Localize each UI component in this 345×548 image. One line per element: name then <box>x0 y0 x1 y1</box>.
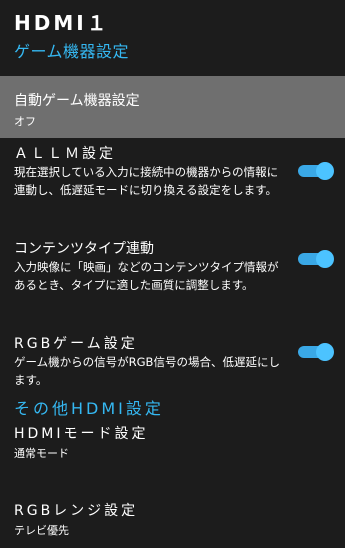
section-title-game: ゲーム機器設定 <box>14 42 130 61</box>
input-title: HDMI１ <box>14 11 110 35</box>
toggle-knob <box>316 250 334 268</box>
menu-item-label: 自動ゲーム機器設定 <box>14 93 140 109</box>
menu-item-label: ＡＬＬＭ設定 <box>14 146 116 162</box>
menu-item-label: RGBレンジ設定 <box>14 503 139 519</box>
toggle-knob <box>316 162 334 180</box>
allm-toggle[interactable] <box>298 162 334 180</box>
menu-item-value: オフ <box>14 115 36 128</box>
content-type-toggle[interactable] <box>298 250 334 268</box>
settings-panel: HDMI１ ゲーム機器設定 自動ゲーム機器設定 オフ ＡＬＬＭ設定 現在選択して… <box>0 0 345 548</box>
toggle-knob <box>316 343 334 361</box>
rgb-game-toggle[interactable] <box>298 343 334 361</box>
menu-item-label: コンテンツタイプ連動 <box>14 241 154 257</box>
menu-item-description: 入力映像に「映画」などのコンテンツタイプ情報があるとき、タイプに適した画質に調整… <box>14 260 279 292</box>
menu-item-value: 通常モード <box>14 447 69 460</box>
section-title-other: その他HDMI設定 <box>14 399 164 418</box>
menu-item-label: HDMIモード設定 <box>14 426 149 442</box>
menu-item-value: テレビ優先 <box>14 524 69 537</box>
menu-item-description: ゲーム機からの信号がRGB信号の場合、低遅延にします。 <box>14 355 280 387</box>
menu-item-auto-game[interactable]: 自動ゲーム機器設定 オフ <box>0 76 345 138</box>
menu-item-description: 現在選択している入力に接続中の機器からの情報に連動し、低遅延モードに切り換える設… <box>14 165 279 197</box>
menu-item-label: RGBゲーム設定 <box>14 336 138 352</box>
